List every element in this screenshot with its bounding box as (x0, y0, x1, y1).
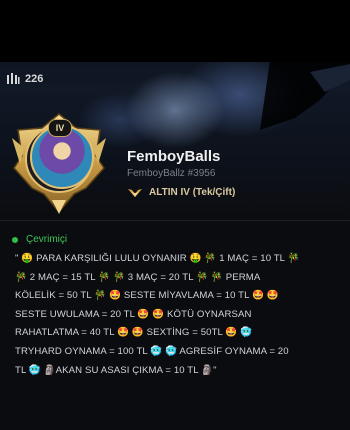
gold-wings-icon (127, 183, 143, 202)
bio-line: " 🤑 PARA KARŞILIĞI LULU OYNANIR 🤑 🎋 1 MA… (15, 253, 300, 264)
bio-line: TRYHARD OYNAMA = 100 TL 🥶 🥶 AGRESİF OYNA… (15, 345, 289, 357)
banner-shard-decoration (260, 60, 350, 130)
banner-top-shade (0, 0, 350, 62)
bio-line: 🎋 2 MAÇ = 15 TL 🎋 🎋 3 MAÇ = 20 TL 🎋 🎋 PE… (15, 271, 261, 283)
honor-level-icon (6, 73, 20, 85)
bio-line: SESTE UWULAMA = 20 TL 🤩 🤩 KÖTÜ OYNARSAN (15, 308, 252, 320)
bio-line: KÖLELİK = 50 TL 🎋 🤩 SESTE MİYAVLAMA = 10… (15, 290, 279, 302)
profile-bio: " 🤑 PARA KARŞILIĞI LULU OYNANIR 🤑 🎋 1 MA… (15, 250, 335, 380)
bio-line: TL 🥶 🗿AKAN SU ASASI ÇIKMA = 10 TL 🗿" (15, 364, 217, 376)
level-badge: IV (48, 119, 72, 137)
summoner-name: FemboyBalls (127, 148, 221, 165)
riot-tag: FemboyBallz #3956 (127, 168, 216, 179)
status-label: Çevrimiçi (26, 234, 68, 245)
rank-text: ALTIN IV (Tek/Çift) (149, 187, 236, 198)
status-dot-icon (12, 236, 18, 243)
rank-info: ALTIN IV (Tek/Çift) (127, 183, 235, 202)
online-status: Çevrimiçi (12, 234, 67, 245)
section-divider (0, 220, 350, 221)
bio-line: RAHATLATMA = 40 TL 🤩 🤩 SEXTİNG = 50TL 🤩 … (15, 327, 253, 339)
honor-count: 226 (25, 73, 44, 85)
honor-indicator[interactable]: 226 (6, 73, 43, 85)
